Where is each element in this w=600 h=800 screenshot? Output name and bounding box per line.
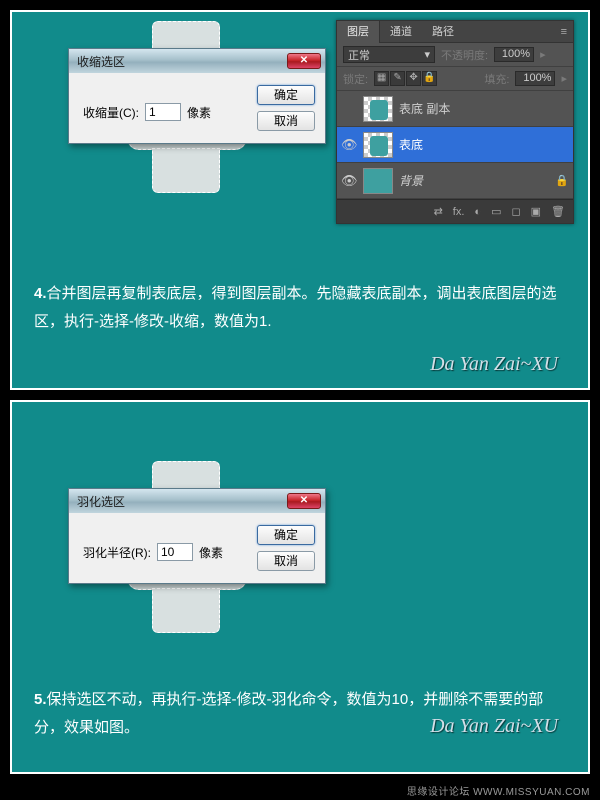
tab-channels[interactable]: 通道 [380,21,422,43]
fill-label: 填充: [484,71,509,87]
step-4-panel: 收缩选区 ✕ 收缩量(C): 像素 确定 取消 图层 通道 路径 [10,10,590,390]
mask-icon[interactable]: ◐ [474,206,481,218]
layers-footer: ⇄ fx. ◐ ▭ ◻ ▣ 🗑 [337,199,573,223]
layer-name: 表底 副本 [399,100,450,117]
lock-label: 锁定: [343,71,368,87]
layer-row[interactable]: 表底 副本 [337,91,573,127]
close-button[interactable]: ✕ [287,53,321,69]
contract-amount-input[interactable] [145,103,181,121]
dialog-input-row: 羽化半径(R): 像素 [83,525,223,571]
opacity-label: 不透明度: [441,47,488,63]
unit-label: 像素 [199,544,223,561]
blend-mode-select[interactable]: 正常▾ [343,46,435,63]
visibility-toggle[interactable]: 👁 [341,173,357,189]
panel-menu-icon[interactable]: ≡ [555,26,573,38]
dialog-titlebar[interactable]: 收缩选区 ✕ [69,49,325,73]
layer-thumb [363,168,393,194]
dialog-input-row: 收缩量(C): 像素 [83,85,211,131]
signature: Da Yan Zai~XU [430,353,558,376]
step-5-panel: 羽化选区 ✕ 羽化半径(R): 像素 确定 取消 5.保持选区不动，再执行-选择… [10,400,590,774]
blend-opacity-row: 正常▾ 不透明度: 100% ▸ [337,43,573,67]
page-frame: 收缩选区 ✕ 收缩量(C): 像素 确定 取消 图层 通道 路径 [0,0,600,794]
signature: Da Yan Zai~XU [430,715,558,738]
new-layer-icon[interactable]: ▣ [531,205,541,218]
close-button[interactable]: ✕ [287,493,321,509]
ok-button[interactable]: 确定 [257,85,315,105]
lock-transparency-icon[interactable]: ▦ [374,71,389,86]
feather-radius-label: 羽化半径(R): [83,544,151,561]
dialog-titlebar[interactable]: 羽化选区 ✕ [69,489,325,513]
blend-mode-value: 正常 [348,47,370,63]
fill-value[interactable]: 100% [515,71,555,86]
fill-dropdown-icon[interactable]: ▸ [561,72,567,85]
opacity-dropdown-icon[interactable]: ▸ [540,48,546,61]
layer-row[interactable]: 👁 表底 [337,127,573,163]
watch-strap-bottom [152,588,220,633]
feather-radius-input[interactable] [157,543,193,561]
step-number: 4. [34,285,47,302]
contract-amount-label: 收缩量(C): [83,104,139,121]
adjustment-icon[interactable]: ▭ [491,205,501,218]
dialog-title: 收缩选区 [77,53,125,70]
cancel-button[interactable]: 取消 [257,111,315,131]
watch-strap-bottom [152,148,220,193]
lock-icons: ▦ ✎ ✥ 🔒 [374,71,437,86]
dialog-buttons: 确定 取消 [257,525,315,571]
group-icon[interactable]: ◻ [511,205,520,218]
fx-icon[interactable]: fx. [453,206,465,218]
opacity-value[interactable]: 100% [494,47,534,62]
layer-thumb [363,132,393,158]
unit-label: 像素 [187,104,211,121]
tab-paths[interactable]: 路径 [422,21,464,43]
tab-layers[interactable]: 图层 [337,21,380,43]
layer-thumb [363,96,393,122]
step-number: 5. [34,691,47,708]
contract-selection-dialog: 收缩选区 ✕ 收缩量(C): 像素 确定 取消 [68,48,326,144]
link-layers-icon[interactable]: ⇄ [434,205,443,218]
lock-fill-row: 锁定: ▦ ✎ ✥ 🔒 填充: 100% ▸ [337,67,573,91]
dialog-buttons: 确定 取消 [257,85,315,131]
layer-row[interactable]: 👁 背景 🔒 [337,163,573,199]
feather-selection-dialog: 羽化选区 ✕ 羽化半径(R): 像素 确定 取消 [68,488,326,584]
lock-move-icon[interactable]: ✥ [406,71,421,86]
lock-all-icon[interactable]: 🔒 [422,71,437,86]
lock-icon: 🔒 [555,174,569,187]
layers-panel: 图层 通道 路径 ≡ 正常▾ 不透明度: 100% ▸ 锁定: ▦ ✎ ✥ � [336,20,574,224]
dialog-body: 羽化半径(R): 像素 确定 取消 [69,513,325,583]
visibility-toggle[interactable]: 👁 [341,137,357,153]
trash-icon[interactable]: 🗑 [551,205,565,218]
layer-name: 表底 [399,136,423,153]
dialog-title: 羽化选区 [77,493,125,510]
layer-name: 背景 [399,172,423,189]
ok-button[interactable]: 确定 [257,525,315,545]
step-body: 合并图层再复制表底层，得到图层副本。先隐藏表底副本，调出表底图层的选区，执行-选… [34,285,557,330]
dialog-body: 收缩量(C): 像素 确定 取消 [69,73,325,143]
step-4-text: 4.合并图层再复制表底层，得到图层副本。先隐藏表底副本，调出表底图层的选区，执行… [34,280,566,336]
lock-paint-icon[interactable]: ✎ [390,71,405,86]
panel-tabs: 图层 通道 路径 ≡ [337,21,573,43]
watermark: 思缘设计论坛 WWW.MISSYUAN.COM [407,783,590,798]
cancel-button[interactable]: 取消 [257,551,315,571]
